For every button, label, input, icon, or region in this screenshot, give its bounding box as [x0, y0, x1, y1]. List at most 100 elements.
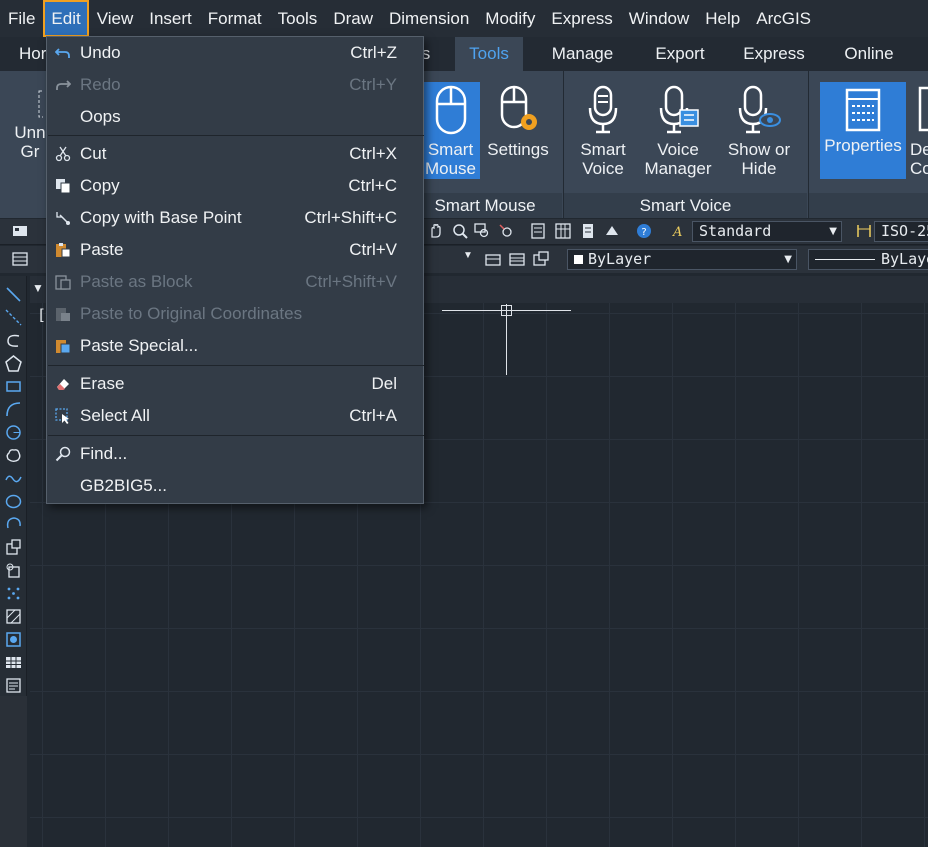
ellipse-arc-icon[interactable]	[5, 516, 22, 533]
spline-icon[interactable]	[5, 470, 22, 487]
tab-express[interactable]: Express	[735, 37, 813, 71]
unnamed-group-button[interactable]: Unn Gr	[10, 89, 50, 161]
menu-edit[interactable]: Edit	[43, 0, 89, 37]
rectangle-icon[interactable]	[5, 378, 22, 395]
menu-item-cut[interactable]: Cut Ctrl+X	[47, 138, 423, 170]
paste-original-icon	[56, 308, 70, 321]
hatch-icon[interactable]	[5, 608, 22, 625]
layer-match-icon[interactable]	[533, 251, 549, 267]
circle-icon[interactable]	[5, 424, 22, 441]
menu-separator	[48, 135, 424, 136]
tool-palette-icon[interactable]	[580, 223, 596, 239]
menu-draw[interactable]: Draw	[325, 0, 381, 37]
layer-dropdown-arrow-icon[interactable]: ▼	[463, 250, 473, 261]
settings-button[interactable]: Settings	[483, 84, 553, 159]
menu-window[interactable]: Window	[621, 0, 697, 37]
gradient-icon[interactable]	[5, 631, 22, 648]
design-center-button[interactable]: De Co	[910, 84, 928, 178]
paste-icon	[56, 243, 71, 258]
layer-previous-icon[interactable]	[485, 251, 501, 267]
pan-icon[interactable]	[428, 223, 444, 239]
menu-item-erase[interactable]: Erase Del	[47, 368, 423, 400]
revision-cloud-icon[interactable]	[5, 447, 22, 464]
color-combo[interactable]: ByLayer ▼	[567, 249, 797, 270]
zoom-previous-icon[interactable]	[498, 223, 514, 239]
help-icon[interactable]: ?	[636, 223, 652, 239]
voice-manager-button[interactable]: Voice Manager	[640, 84, 716, 178]
layer-manager-icon[interactable]	[12, 251, 28, 267]
menu-arcgis[interactable]: ArcGIS	[748, 0, 819, 37]
dim-style-combo[interactable]: ISO-25	[874, 221, 928, 242]
polyline-icon[interactable]	[5, 332, 22, 349]
menu-separator	[48, 435, 424, 436]
tab-export[interactable]: Export	[645, 37, 715, 71]
viewport-control[interactable]: [	[37, 306, 46, 324]
menu-help[interactable]: Help	[697, 0, 748, 37]
menu-item-paste-special[interactable]: Paste Special...	[47, 330, 423, 362]
line-icon[interactable]	[5, 286, 22, 303]
copy-icon	[56, 179, 71, 194]
voice-manager-label-1: Voice	[657, 140, 699, 159]
menu-item-copy[interactable]: Copy Ctrl+C	[47, 170, 423, 202]
edit-menu-dropdown: Undo Ctrl+Z Redo Ctrl+Y Oops Cut Ctrl+X …	[46, 36, 424, 504]
smart-mouse-label-2: Mouse	[424, 159, 477, 178]
smart-voice-label-2: Voice	[582, 159, 624, 178]
construction-line-icon[interactable]	[5, 309, 22, 326]
undo-label: Undo	[80, 43, 121, 62]
properties-small-icon[interactable]	[530, 223, 546, 239]
expand-icon[interactable]: ▼	[32, 281, 44, 295]
svg-text:?: ?	[641, 227, 646, 238]
properties-button[interactable]: Properties	[820, 82, 906, 179]
multiline-text-icon[interactable]	[5, 677, 22, 694]
settings-label: Settings	[487, 140, 549, 159]
zoom-realtime-icon[interactable]	[452, 223, 468, 239]
new-icon[interactable]	[12, 223, 28, 239]
design-center-icon	[918, 86, 928, 132]
menu-modify[interactable]: Modify	[477, 0, 543, 37]
tab-home[interactable]: Hor	[19, 37, 49, 71]
menu-tools[interactable]: Tools	[270, 0, 326, 37]
copy-base-shortcut: Ctrl+Shift+C	[304, 208, 397, 227]
find-label: Find...	[80, 444, 128, 463]
scissors-icon	[55, 146, 71, 162]
menu-item-paste-to-original-coordinates[interactable]: Paste to Original Coordinates	[47, 298, 423, 330]
dim-style-icon	[857, 225, 871, 237]
design-center-small-icon[interactable]	[555, 223, 571, 239]
paste-block-label: Paste as Block	[80, 272, 193, 291]
menu-dimension[interactable]: Dimension	[381, 0, 477, 37]
arc-icon[interactable]	[5, 401, 22, 418]
menu-item-paste[interactable]: Paste Ctrl+V	[47, 234, 423, 266]
table-icon[interactable]	[5, 654, 22, 671]
linetype-combo[interactable]: ByLaye	[808, 249, 928, 270]
smart-mouse-button[interactable]: Smart Mouse	[421, 82, 480, 179]
point-icon[interactable]	[5, 585, 22, 602]
menu-item-redo[interactable]: Redo Ctrl+Y	[47, 69, 423, 101]
insert-block-icon[interactable]	[5, 539, 22, 556]
menu-insert[interactable]: Insert	[141, 0, 200, 37]
menu-express[interactable]: Express	[543, 0, 620, 37]
tab-manage[interactable]: Manage	[540, 37, 625, 71]
polygon-icon[interactable]	[5, 355, 22, 372]
layer-states-icon[interactable]	[509, 251, 525, 267]
markup-icon[interactable]	[604, 223, 620, 239]
menu-item-gb2big5[interactable]: GB2BIG5...	[47, 470, 423, 502]
menu-item-find[interactable]: Find...	[47, 438, 423, 470]
make-block-icon[interactable]	[5, 562, 22, 579]
menu-item-paste-as-block[interactable]: Paste as Block Ctrl+Shift+V	[47, 266, 423, 298]
menu-item-copy-with-base-point[interactable]: Copy with Base Point Ctrl+Shift+C	[47, 202, 423, 234]
tab-tools[interactable]: Tools	[455, 37, 523, 71]
crosshair-pickbox	[501, 305, 512, 316]
smart-voice-button[interactable]: Smart Voice	[573, 84, 633, 178]
tab-online[interactable]: Online	[833, 37, 905, 71]
menu-item-select-all[interactable]: Select All Ctrl+A	[47, 400, 423, 432]
voice-manager-icon	[659, 85, 699, 134]
ellipse-icon[interactable]	[5, 493, 22, 510]
show-or-hide-button[interactable]: Show or Hide	[720, 84, 798, 178]
menu-view[interactable]: View	[89, 0, 142, 37]
zoom-window-icon[interactable]	[474, 223, 490, 239]
menu-format[interactable]: Format	[200, 0, 270, 37]
text-style-combo[interactable]: Standard ▼	[692, 221, 842, 242]
menu-item-oops[interactable]: Oops	[47, 101, 423, 133]
menu-item-undo[interactable]: Undo Ctrl+Z	[47, 37, 423, 69]
menu-file[interactable]: File	[0, 0, 43, 37]
